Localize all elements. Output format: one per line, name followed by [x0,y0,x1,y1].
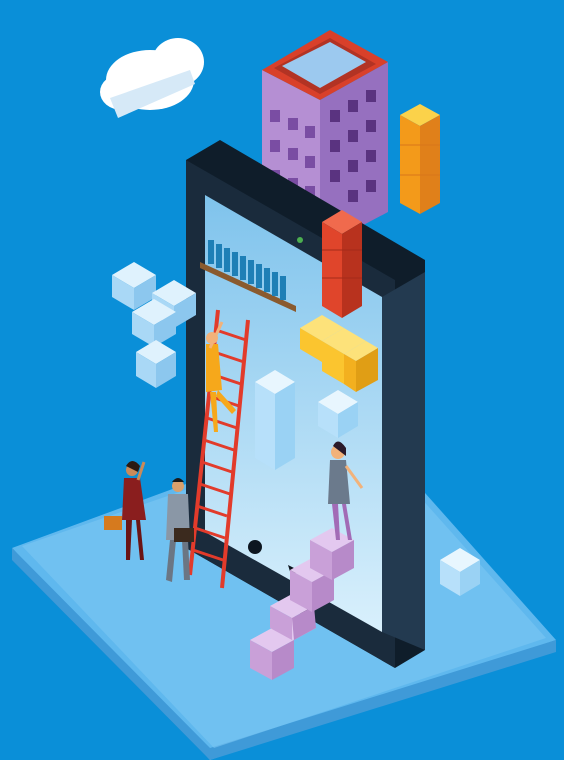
orange-tetromino [400,104,440,214]
red-tetromino [322,210,362,318]
isometric-scene [0,0,564,760]
